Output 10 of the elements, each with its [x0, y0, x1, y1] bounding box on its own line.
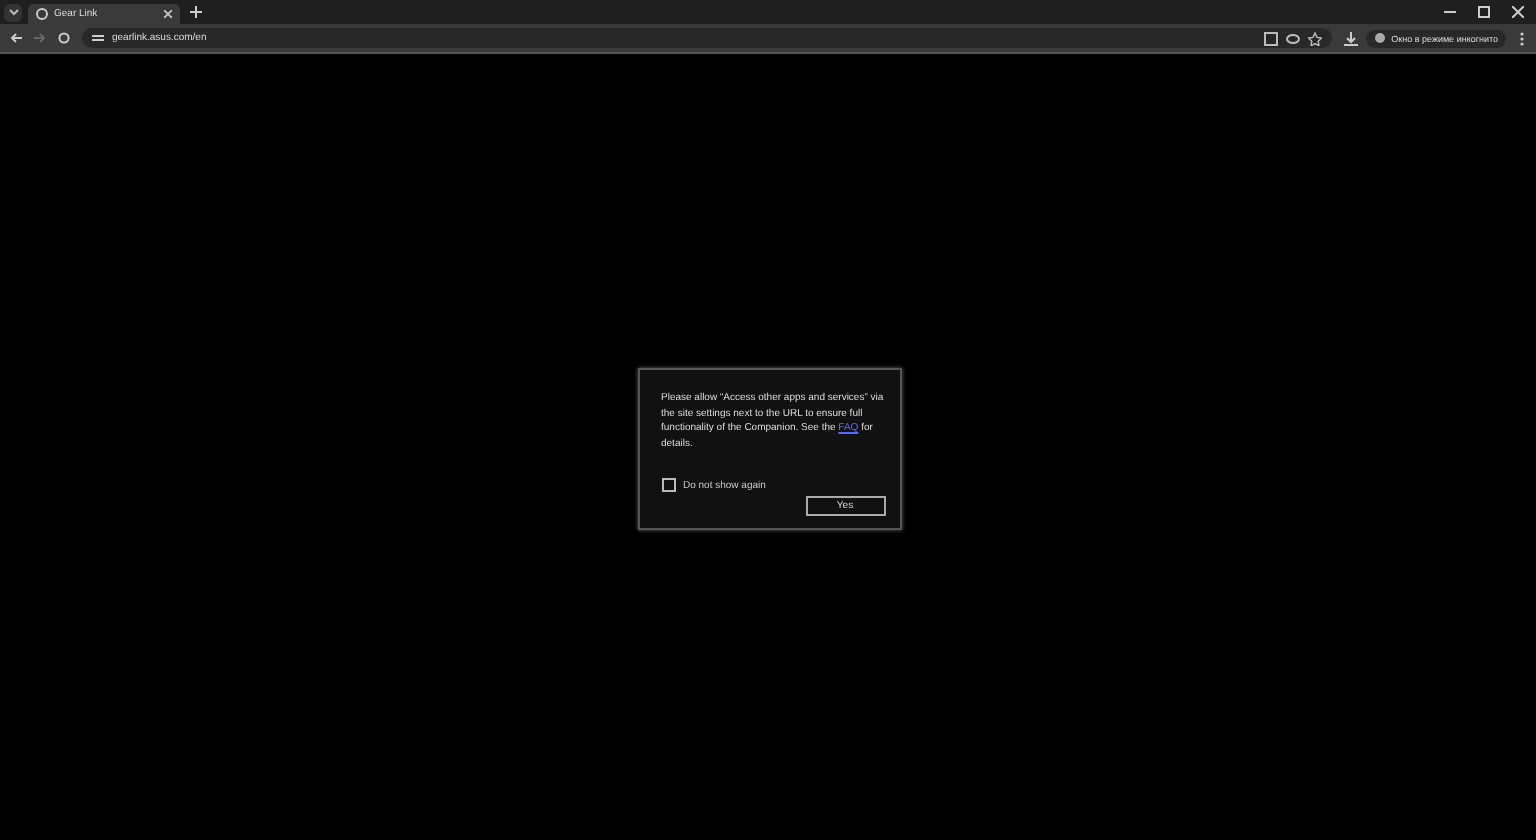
profile-icon — [1373, 32, 1386, 44]
close-tab-icon[interactable] — [164, 10, 172, 18]
download-icon[interactable] — [1341, 29, 1360, 47]
site-settings-icon[interactable] — [92, 32, 104, 44]
back-icon[interactable] — [6, 29, 24, 47]
tab-search-icon[interactable] — [4, 3, 22, 21]
checkbox[interactable] — [661, 478, 675, 493]
star-icon[interactable] — [1307, 31, 1322, 45]
reload-icon[interactable] — [54, 29, 72, 47]
new-tab-icon[interactable] — [186, 3, 204, 21]
